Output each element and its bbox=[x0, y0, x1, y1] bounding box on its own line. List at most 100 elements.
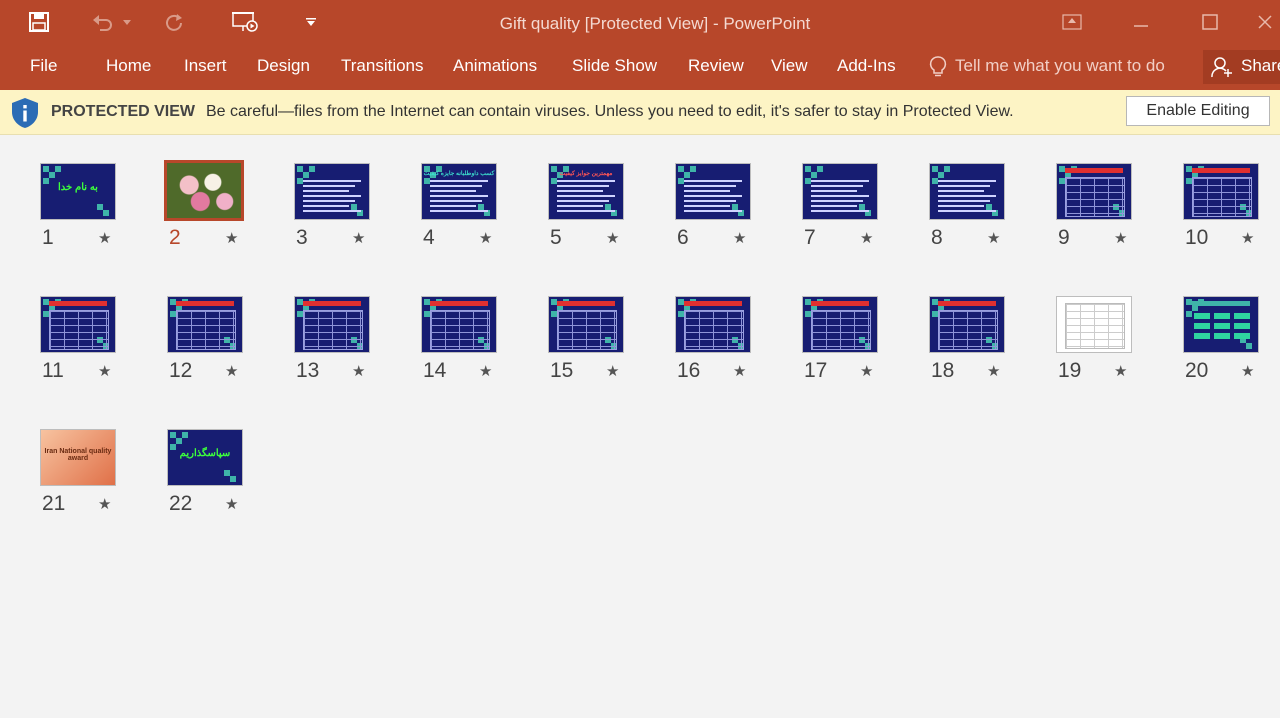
transition-star-icon: ★ bbox=[225, 363, 239, 380]
slide-thumbnail[interactable]: 11 ★ bbox=[40, 296, 140, 396]
slide-thumbnail[interactable]: 3 ★ bbox=[294, 163, 394, 263]
window-title: Gift quality [Protected View] - PowerPoi… bbox=[499, 14, 811, 33]
thumb-decoration bbox=[690, 166, 696, 172]
slide-thumbnail[interactable]: 17 ★ bbox=[802, 296, 902, 396]
tab-review[interactable]: Review bbox=[688, 56, 744, 76]
transition-star-icon: ★ bbox=[606, 363, 620, 380]
slide-sorter: به نام خدا 1 ★ 2 ★ 3 ★ کسب داوطلبانه جایزه کیفی… bbox=[0, 135, 1280, 718]
slide-thumbnail[interactable]: 20 ★ bbox=[1183, 296, 1280, 396]
slide-text-line bbox=[303, 190, 349, 192]
slide-text-line bbox=[938, 200, 990, 202]
slide-thumbnail[interactable]: 15 ★ bbox=[548, 296, 648, 396]
maximize-icon[interactable] bbox=[1195, 8, 1225, 36]
slide-preview bbox=[40, 296, 116, 353]
slide-text-line bbox=[938, 185, 990, 187]
transition-star-icon: ★ bbox=[98, 363, 112, 380]
slide-thumbnail[interactable]: مهمترین جوایز کیفیت 5 ★ bbox=[548, 163, 648, 263]
slide-thumbnail[interactable]: 18 ★ bbox=[929, 296, 1029, 396]
tab-file[interactable]: File bbox=[30, 56, 57, 76]
slide-thumbnail[interactable]: 10 ★ bbox=[1183, 163, 1280, 263]
slide-number: 9 bbox=[1058, 226, 1070, 249]
slide-thumbnail[interactable]: 6 ★ bbox=[675, 163, 775, 263]
tab-transitions[interactable]: Transitions bbox=[341, 56, 424, 76]
slide-title-text: Iran National quality award bbox=[44, 448, 112, 462]
slide-title-text: به نام خدا bbox=[58, 182, 98, 193]
slide-header-bar bbox=[1192, 168, 1250, 173]
slide-preview bbox=[1183, 296, 1259, 353]
slide-text-line bbox=[811, 190, 857, 192]
slide-text-line bbox=[684, 210, 742, 212]
tab-add-ins[interactable]: Add-Ins bbox=[837, 56, 896, 76]
slide-text-line bbox=[557, 180, 615, 182]
slide-thumbnail[interactable]: Iran National quality award 21 ★ bbox=[40, 429, 140, 529]
tab-home[interactable]: Home bbox=[106, 56, 151, 76]
slide-text-line bbox=[557, 210, 615, 212]
slide-text-line bbox=[938, 180, 996, 182]
transition-star-icon: ★ bbox=[352, 363, 366, 380]
slide-text-line bbox=[430, 205, 476, 207]
tab-design[interactable]: Design bbox=[257, 56, 310, 76]
thumb-decoration bbox=[303, 172, 309, 178]
transition-star-icon: ★ bbox=[860, 230, 874, 247]
slide-text-line bbox=[303, 195, 361, 197]
slide-header-bar bbox=[1192, 301, 1250, 306]
ribbon-display-options-icon[interactable] bbox=[1057, 8, 1087, 36]
transition-star-icon: ★ bbox=[1114, 363, 1128, 380]
slide-thumbnail[interactable]: 12 ★ bbox=[167, 296, 267, 396]
slide-thumbnail[interactable]: 19 ★ bbox=[1056, 296, 1156, 396]
tab-view[interactable]: View bbox=[771, 56, 808, 76]
tab-insert[interactable]: Insert bbox=[184, 56, 227, 76]
slide-thumbnail[interactable]: 2 ★ bbox=[165, 161, 267, 263]
slide-table bbox=[1065, 177, 1125, 217]
slide-thumbnail[interactable]: به نام خدا 1 ★ bbox=[40, 163, 140, 263]
thumb-decoration bbox=[182, 432, 188, 438]
minimize-icon[interactable] bbox=[1126, 8, 1156, 36]
ribbon-tabs: File Home Insert Design Transitions Anim… bbox=[0, 46, 1280, 90]
thumb-decoration bbox=[103, 210, 109, 216]
slide-table bbox=[557, 310, 617, 350]
transition-star-icon: ★ bbox=[98, 230, 112, 247]
slide-thumbnail[interactable]: 7 ★ bbox=[802, 163, 902, 263]
transition-star-icon: ★ bbox=[606, 230, 620, 247]
slide-number: 8 bbox=[931, 226, 943, 249]
slide-preview: سپاسگذاریم bbox=[167, 429, 243, 486]
slide-preview: کسب داوطلبانه جایزه کیفیت bbox=[421, 163, 497, 220]
slide-thumbnail[interactable]: 8 ★ bbox=[929, 163, 1029, 263]
slide-text-line bbox=[303, 180, 361, 182]
slide-diagram-box bbox=[1214, 313, 1230, 319]
slide-preview bbox=[294, 163, 370, 220]
thumb-decoration bbox=[817, 166, 823, 172]
slide-text-line bbox=[430, 180, 488, 182]
slide-text-line bbox=[303, 210, 361, 212]
tab-animations[interactable]: Animations bbox=[453, 56, 537, 76]
slide-thumbnail[interactable]: کسب داوطلبانه جایزه کیفیت 4 ★ bbox=[421, 163, 521, 263]
slide-preview bbox=[294, 296, 370, 353]
slide-text-line bbox=[557, 185, 609, 187]
slide-preview: مهمترین جوایز کیفیت bbox=[548, 163, 624, 220]
protected-view-bar: PROTECTED VIEW Be careful—files from the… bbox=[0, 90, 1280, 135]
slide-text-line bbox=[303, 205, 349, 207]
slide-table bbox=[430, 310, 490, 350]
slide-thumbnail[interactable]: 13 ★ bbox=[294, 296, 394, 396]
tab-slide-show[interactable]: Slide Show bbox=[572, 56, 657, 76]
slide-thumbnail[interactable]: 14 ★ bbox=[421, 296, 521, 396]
slide-number: 2 bbox=[169, 226, 181, 249]
thumb-decoration bbox=[309, 166, 315, 172]
share-person-icon bbox=[1211, 57, 1232, 78]
slide-thumbnail[interactable]: سپاسگذاریم 22 ★ bbox=[167, 429, 267, 529]
slide-preview bbox=[1056, 296, 1132, 353]
close-icon[interactable] bbox=[1250, 8, 1280, 36]
slide-preview bbox=[929, 296, 1005, 353]
enable-editing-button[interactable]: Enable Editing bbox=[1126, 96, 1270, 126]
slide-diagram-box bbox=[1194, 333, 1210, 339]
transition-star-icon: ★ bbox=[225, 496, 239, 513]
share-button[interactable]: Share bbox=[1203, 50, 1280, 84]
slide-thumbnail[interactable]: 16 ★ bbox=[675, 296, 775, 396]
slide-text-line bbox=[938, 210, 996, 212]
slide-number: 18 bbox=[931, 359, 955, 382]
transition-star-icon: ★ bbox=[733, 230, 747, 247]
slide-thumbnail[interactable]: 9 ★ bbox=[1056, 163, 1156, 263]
slide-text-line bbox=[684, 190, 730, 192]
tell-me-search[interactable]: Tell me what you want to do bbox=[955, 56, 1165, 76]
slide-number: 16 bbox=[677, 359, 701, 382]
